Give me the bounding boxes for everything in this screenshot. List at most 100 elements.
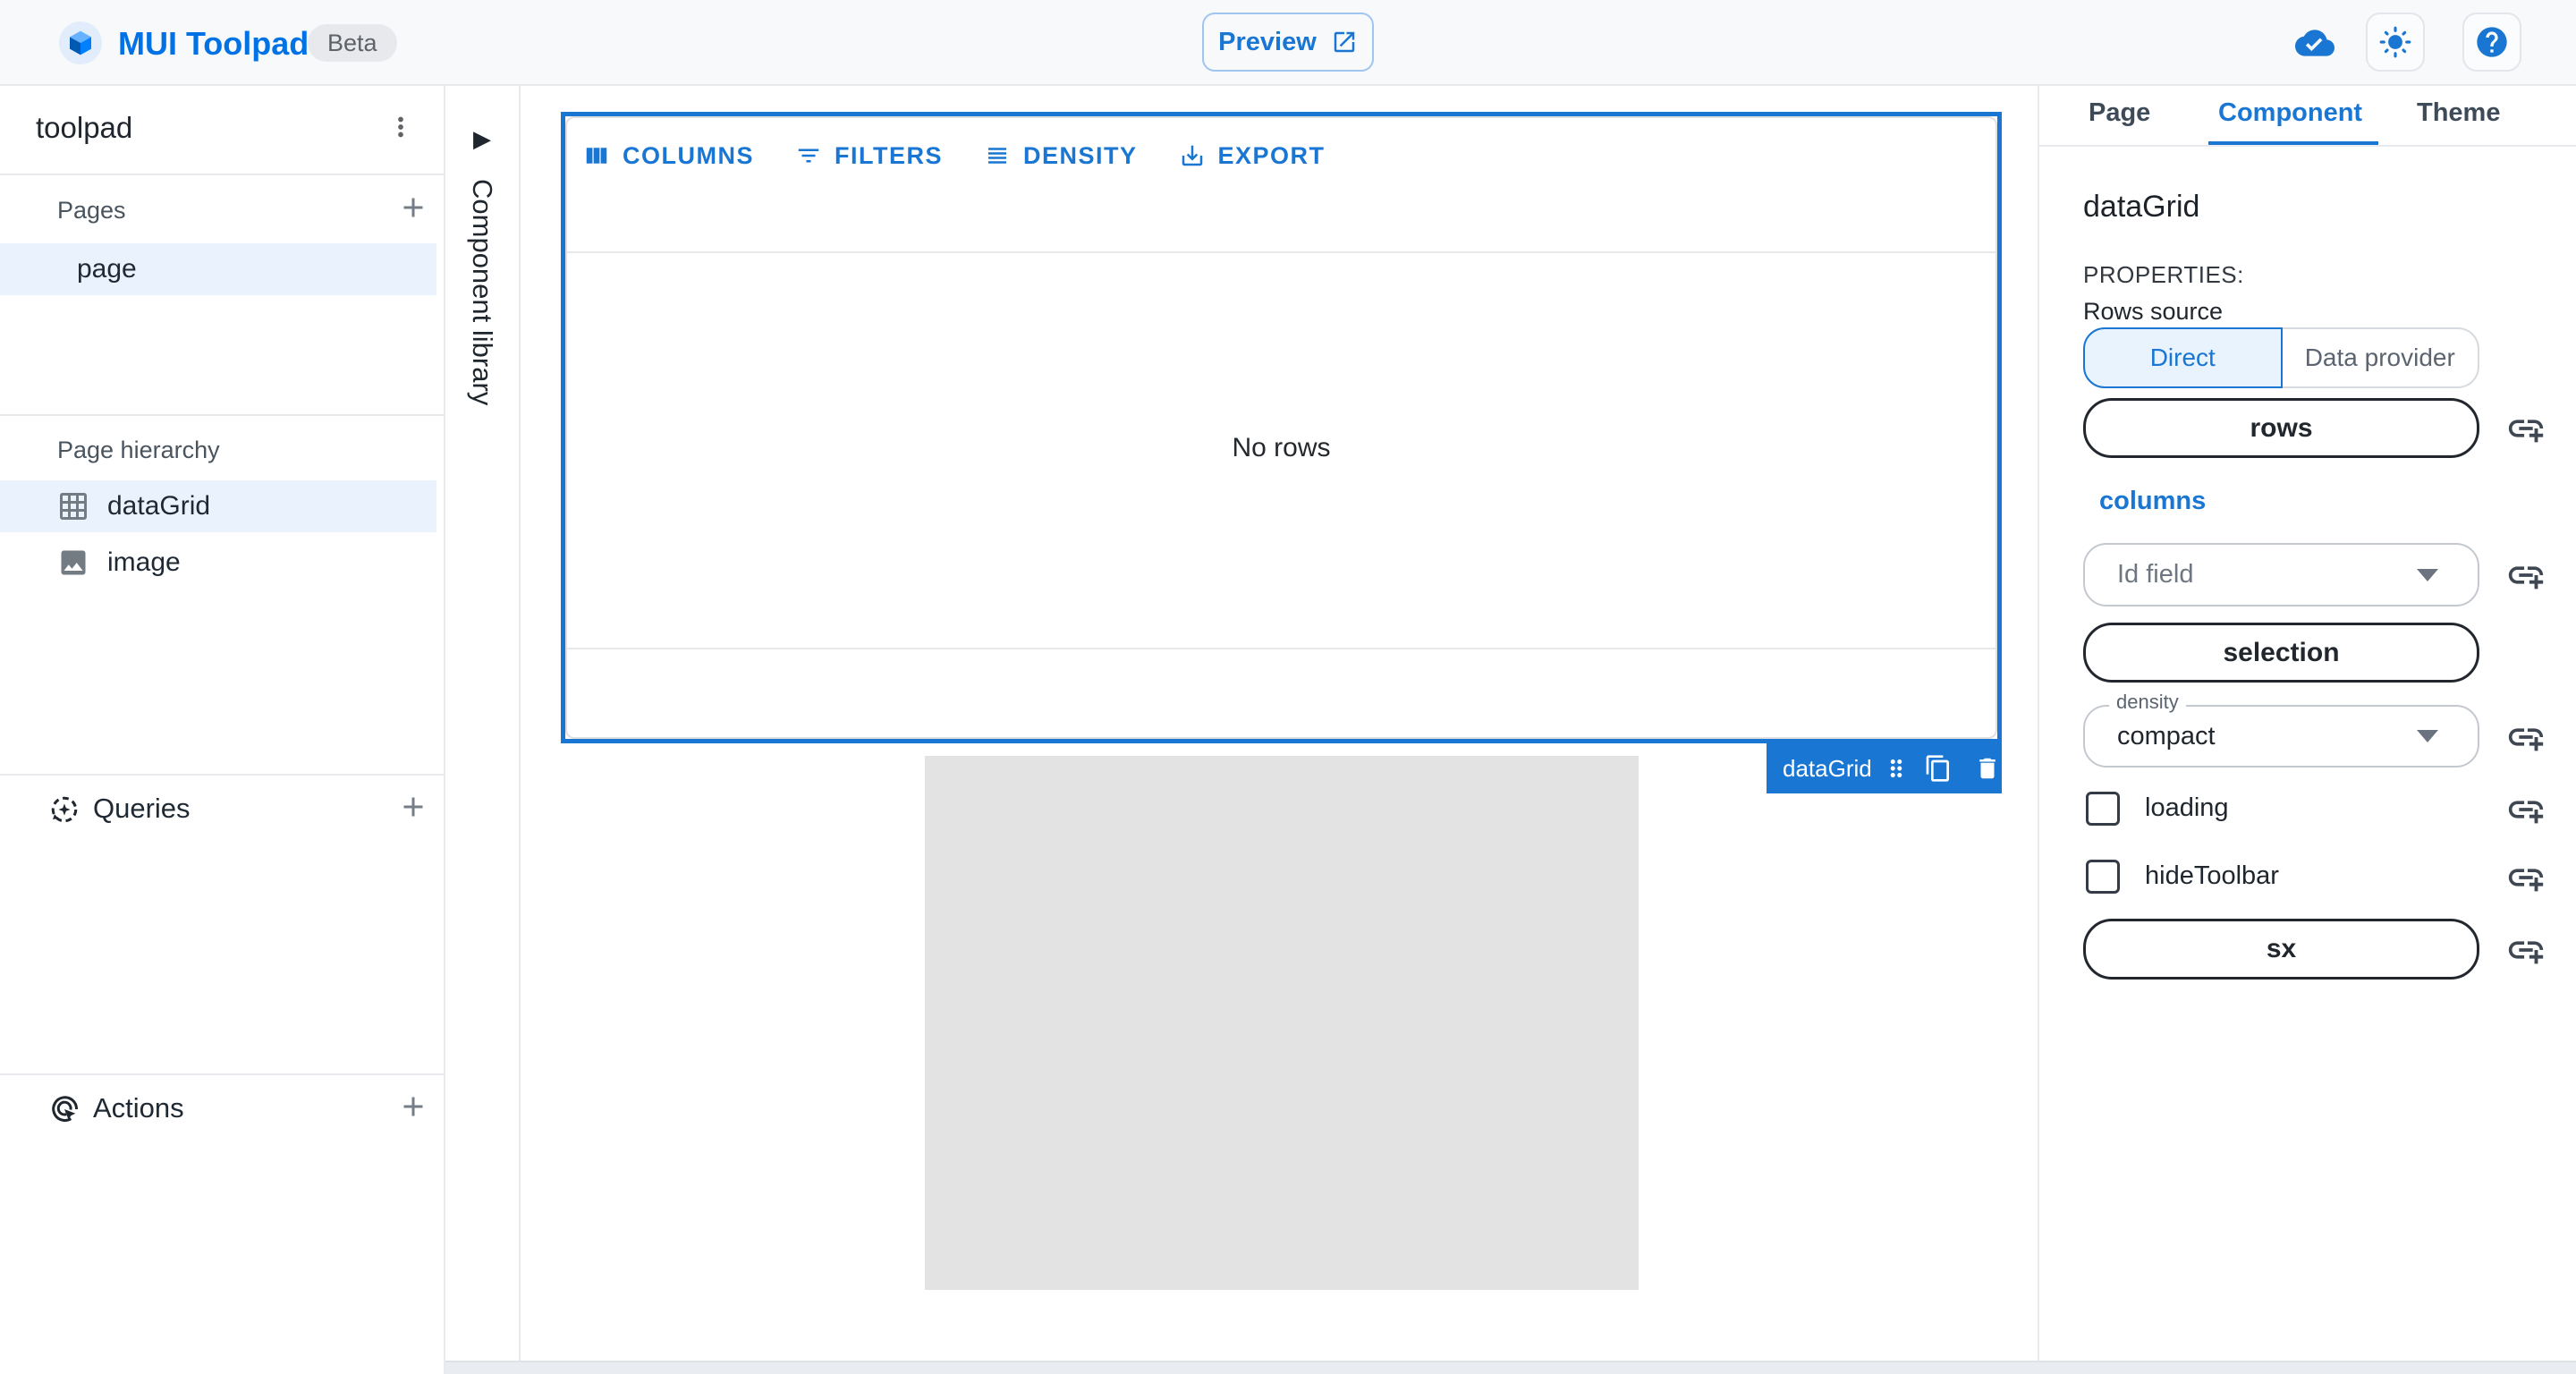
columns-property-link[interactable]: columns <box>2099 487 2206 516</box>
add-binding-icon[interactable] <box>2504 856 2547 899</box>
trash-icon[interactable] <box>1974 755 2001 782</box>
expand-arrow-icon[interactable]: ▶ <box>445 125 519 153</box>
download-icon <box>1179 142 1206 169</box>
id-field-placeholder: Id field <box>2117 560 2193 589</box>
beta-badge: Beta <box>308 24 397 62</box>
divider <box>0 414 444 416</box>
light-mode-icon <box>2378 25 2412 59</box>
tab-component[interactable]: Component <box>2218 98 2362 128</box>
component-library-strip: ▶ Component library <box>445 86 521 1374</box>
add-page-button[interactable] <box>392 186 435 229</box>
add-binding-icon[interactable] <box>2504 929 2547 971</box>
plus-icon <box>397 791 429 823</box>
inspector-panel: Page Component Theme dataGrid PROPERTIES… <box>2038 86 2576 1374</box>
queries-section-label: Queries <box>93 793 191 825</box>
divider <box>2039 145 2576 147</box>
selection-chip-label: dataGrid <box>1783 755 1872 783</box>
auto-mode-icon <box>48 793 80 826</box>
hide-toolbar-checkbox[interactable] <box>2086 860 2120 894</box>
image-item-label: image <box>107 547 181 578</box>
cloud-done-icon <box>2293 23 2336 63</box>
drag-handle-icon[interactable] <box>1883 755 1910 782</box>
project-menu-button[interactable] <box>379 106 422 148</box>
sidebar-item-page[interactable]: page <box>0 243 436 295</box>
add-binding-icon[interactable] <box>2504 407 2547 450</box>
density-value: compact <box>2117 722 2216 751</box>
datagrid-toolbar: COLUMNS FILTERS DENSITY <box>583 138 1326 174</box>
datagrid-header-divider <box>567 251 1996 253</box>
preview-button-label: Preview <box>1218 28 1317 57</box>
horizontal-scrollbar-track[interactable] <box>445 1361 2576 1374</box>
image-component-placeholder[interactable] <box>925 756 1639 1290</box>
theme-toggle-button[interactable] <box>2366 13 2425 72</box>
datagrid-root: COLUMNS FILTERS DENSITY <box>565 116 1997 739</box>
selection-property-button[interactable]: selection <box>2083 623 2479 683</box>
copy-icon[interactable] <box>1924 754 1953 783</box>
help-button[interactable] <box>2462 13 2521 72</box>
chevron-down-icon <box>2417 730 2438 742</box>
export-button[interactable]: EXPORT <box>1179 142 1326 170</box>
preview-button[interactable]: Preview <box>1202 13 1374 72</box>
component-library-label[interactable]: Component library <box>466 179 498 405</box>
filter-list-icon <box>795 142 822 169</box>
selected-component-name: dataGrid <box>2083 190 2199 225</box>
app-header: MUI Toolpad Beta Preview <box>0 0 2576 86</box>
rows-source-label: Rows source <box>2083 298 2223 326</box>
actions-section-label: Actions <box>93 1092 184 1124</box>
datagrid-component-selected[interactable]: COLUMNS FILTERS DENSITY <box>561 112 2002 743</box>
data-grid-icon <box>57 490 89 522</box>
explorer-sidebar: toolpad Pages page Page hierarchy dataGr… <box>0 86 445 1374</box>
help-icon <box>2474 24 2510 60</box>
pages-section-label: Pages <box>57 197 126 225</box>
density-select[interactable]: compact <box>2083 705 2479 768</box>
properties-label: PROPERTIES: <box>2083 261 2244 289</box>
filters-button[interactable]: FILTERS <box>795 142 943 170</box>
view-column-icon <box>583 142 610 169</box>
page-item-label: page <box>77 254 137 284</box>
datagrid-empty-message: No rows <box>567 433 1996 463</box>
divider <box>0 174 444 175</box>
rows-source-toggle: Direct Data provider <box>2083 327 2479 388</box>
hierarchy-item-image[interactable]: image <box>0 537 436 589</box>
add-action-button[interactable] <box>392 1085 435 1128</box>
kebab-menu-icon <box>386 112 416 142</box>
plus-icon <box>397 1090 429 1123</box>
export-button-label: EXPORT <box>1218 142 1326 170</box>
project-title: toolpad <box>36 111 132 145</box>
add-binding-icon[interactable] <box>2504 788 2547 831</box>
datagrid-item-label: dataGrid <box>107 491 210 522</box>
divider <box>0 1073 444 1075</box>
density-lines-icon <box>984 142 1011 169</box>
mui-toolpad-app: MUI Toolpad Beta Preview toolpad <box>0 0 2576 1374</box>
hierarchy-section-label: Page hierarchy <box>57 437 220 464</box>
add-binding-icon[interactable] <box>2504 716 2547 759</box>
chevron-down-icon <box>2417 569 2438 581</box>
density-button-label: DENSITY <box>1023 142 1138 170</box>
mui-logo-icon[interactable] <box>59 21 102 64</box>
columns-button[interactable]: COLUMNS <box>583 142 754 170</box>
datagrid-footer-divider <box>567 648 1996 649</box>
app-title: MUI Toolpad <box>118 25 309 63</box>
rows-source-data-provider-option[interactable]: Data provider <box>2283 327 2480 388</box>
loading-label: loading <box>2145 793 2229 823</box>
plus-icon <box>397 191 429 224</box>
filters-button-label: FILTERS <box>835 142 943 170</box>
density-button[interactable]: DENSITY <box>984 142 1138 170</box>
columns-button-label: COLUMNS <box>623 142 754 170</box>
density-field-label: density <box>2109 691 2186 714</box>
add-query-button[interactable] <box>392 785 435 828</box>
ads-click-icon <box>48 1093 80 1125</box>
hide-toolbar-label: hideToolbar <box>2145 861 2279 891</box>
rows-source-direct-option[interactable]: Direct <box>2083 327 2283 388</box>
tab-theme[interactable]: Theme <box>2417 98 2500 128</box>
page-canvas: COLUMNS FILTERS DENSITY <box>521 86 2038 1374</box>
sx-property-button[interactable]: sx <box>2083 919 2479 980</box>
loading-checkbox[interactable] <box>2086 792 2120 826</box>
add-binding-icon[interactable] <box>2504 554 2547 597</box>
rows-property-button[interactable]: rows <box>2083 398 2479 458</box>
hierarchy-item-datagrid[interactable]: dataGrid <box>0 480 436 532</box>
tab-page[interactable]: Page <box>2089 98 2150 128</box>
open-in-new-icon <box>1331 29 1358 55</box>
id-field-select[interactable]: Id field <box>2083 543 2479 606</box>
image-icon <box>57 547 89 579</box>
